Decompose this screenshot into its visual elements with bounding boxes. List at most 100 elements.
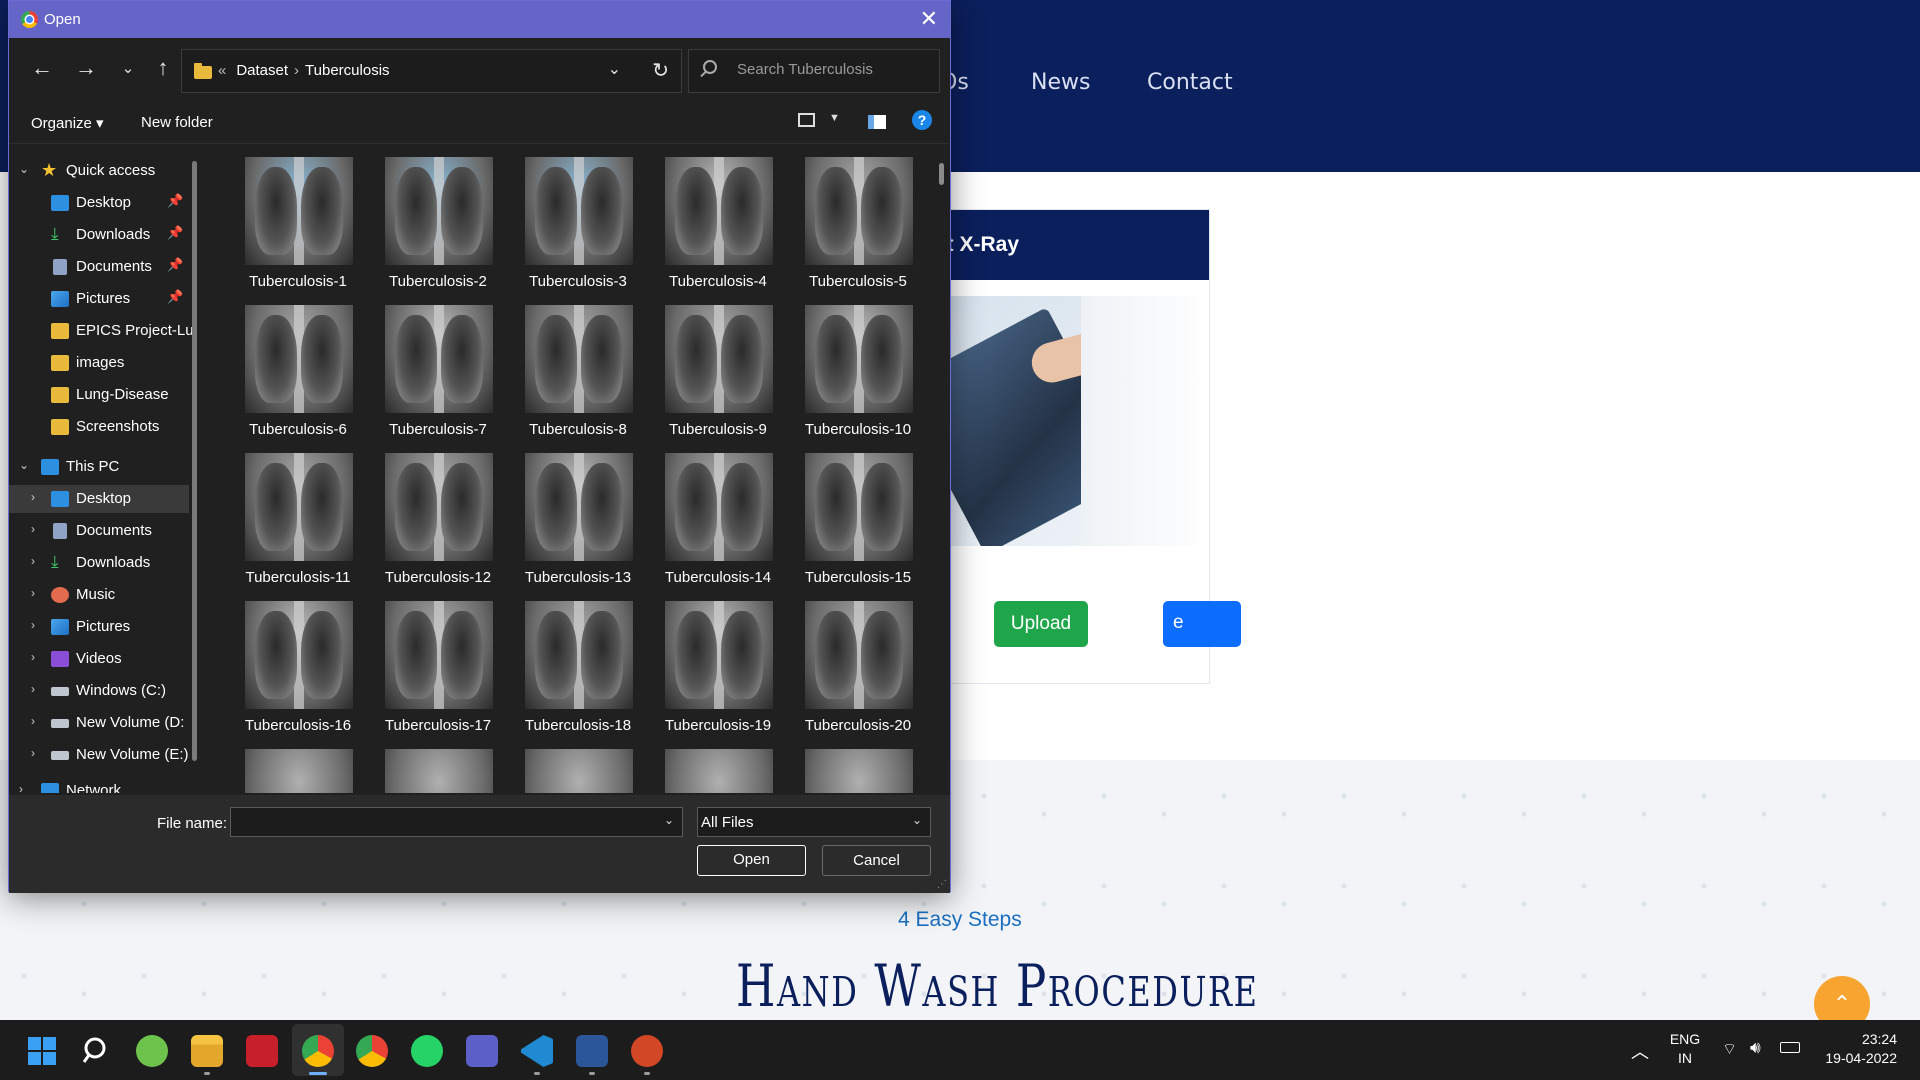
file-tile[interactable]: Tuberculosis-12 <box>368 449 508 594</box>
preview-pane-icon[interactable] <box>868 115 886 129</box>
sidebar-item-pc-pictures[interactable]: › Pictures <box>9 613 189 641</box>
search-icon[interactable] <box>81 1035 113 1067</box>
word-icon[interactable] <box>576 1035 608 1067</box>
collapsed-chevron-icon[interactable]: › <box>31 618 35 632</box>
file-tile[interactable]: Tuberculosis-15 <box>788 449 928 594</box>
cancel-button[interactable]: Cancel <box>822 845 931 876</box>
up-arrow-icon[interactable]: ↑ <box>148 55 178 81</box>
volume-icon[interactable]: 🔊︎ <box>1750 1038 1761 1058</box>
file-tile[interactable]: Tuberculosis-14 <box>648 449 788 594</box>
start-icon[interactable] <box>26 1035 58 1067</box>
file-tile[interactable]: Tuberculosis-13 <box>508 449 648 594</box>
file-tile[interactable]: Tuberculosis-2 <box>368 153 508 298</box>
address-bar[interactable]: «Dataset › Tuberculosis ⌄ ↻ <box>181 49 682 93</box>
file-name-input[interactable]: ⌄ <box>230 807 683 837</box>
utorrent-icon[interactable] <box>136 1035 168 1067</box>
collapsed-chevron-icon[interactable]: › <box>31 490 35 504</box>
file-tile[interactable]: Tuberculosis-1 <box>228 153 368 298</box>
sidebar-item-quick-access[interactable]: ⌄ ★ Quick access <box>9 157 189 185</box>
teams-icon[interactable] <box>466 1035 498 1067</box>
organize-button[interactable]: Organize ▾ <box>31 114 104 132</box>
clock[interactable]: 23:24 19-04-2022 <box>1817 1030 1897 1068</box>
sidebar-item-drive-e[interactable]: › New Volume (E:) <box>9 741 189 769</box>
language-indicator[interactable]: ENG IN <box>1669 1030 1701 1068</box>
address-dropdown-icon[interactable]: ⌄ <box>608 59 621 79</box>
sidebar-item-drive-d[interactable]: › New Volume (D: <box>9 709 189 737</box>
file-tile[interactable]: Tuberculosis-6 <box>228 301 368 446</box>
file-tile[interactable]: Tuberculosis-16 <box>228 597 368 742</box>
sidebar-item-desktop-pinned[interactable]: Desktop 📌 <box>9 189 189 217</box>
file-tile[interactable]: Tuberculosis-4 <box>648 153 788 298</box>
sidebar-item-downloads-pinned[interactable]: ⤓ Downloads 📌 <box>9 221 189 249</box>
refresh-icon[interactable]: ↻ <box>652 58 669 83</box>
nav-item-news[interactable]: News <box>1031 70 1090 95</box>
collapsed-chevron-icon[interactable]: › <box>19 782 23 793</box>
help-icon[interactable]: ? <box>912 110 932 130</box>
chevron-down-icon[interactable]: ⌄ <box>664 813 674 827</box>
file-tile-partial[interactable] <box>508 745 648 793</box>
wifi-icon[interactable]: ⌔ <box>1722 1039 1737 1059</box>
sidebar-item-epics-project[interactable]: EPICS Project-Lu <box>9 317 194 345</box>
collapsed-chevron-icon[interactable]: › <box>31 554 35 568</box>
sidebar-item-network[interactable]: › Network <box>9 777 189 793</box>
search-box[interactable] <box>688 49 940 93</box>
file-tile[interactable]: Tuberculosis-10 <box>788 301 928 446</box>
file-tile[interactable]: Tuberculosis-20 <box>788 597 928 742</box>
expanded-chevron-icon[interactable]: ⌄ <box>19 162 29 176</box>
file-type-select[interactable]: All Files ⌄ <box>697 807 931 837</box>
back-arrow-icon[interactable]: ← <box>27 55 57 81</box>
show-hidden-icons-chevron-icon[interactable]: ︿ <box>1631 1038 1649 1064</box>
file-grid-scrollbar[interactable] <box>939 163 944 185</box>
chrome-active-icon[interactable] <box>302 1035 334 1067</box>
recent-locations-chevron-icon[interactable]: ⌄ <box>113 59 143 77</box>
sidebar-item-drive-c[interactable]: › Windows (C:) <box>9 677 189 705</box>
file-explorer-icon[interactable] <box>191 1035 223 1067</box>
upload-button[interactable]: Upload <box>994 601 1088 647</box>
file-tile[interactable]: Tuberculosis-8 <box>508 301 648 446</box>
collapsed-chevron-icon[interactable]: › <box>31 746 35 760</box>
red-app-icon[interactable] <box>246 1035 278 1067</box>
sidebar-item-documents-pinned[interactable]: Documents 📌 <box>9 253 189 281</box>
sidebar-item-screenshots[interactable]: Screenshots <box>9 413 189 441</box>
change-view-icon[interactable] <box>798 113 815 127</box>
sidebar-item-lung-disease[interactable]: Lung-Disease <box>9 381 189 409</box>
file-tile-partial[interactable] <box>648 745 788 793</box>
nav-item-contact[interactable]: Contact <box>1147 70 1233 95</box>
sidebar-item-pc-videos[interactable]: › Videos <box>9 645 189 673</box>
view-options-chevron-icon[interactable]: ▼ <box>829 112 840 124</box>
new-folder-button[interactable]: New folder <box>141 114 213 131</box>
file-tile[interactable]: Tuberculosis-17 <box>368 597 508 742</box>
file-tile[interactable]: Tuberculosis-11 <box>228 449 368 594</box>
forward-arrow-icon[interactable]: → <box>71 55 101 81</box>
collapsed-chevron-icon[interactable]: › <box>31 586 35 600</box>
file-tile-partial[interactable] <box>368 745 508 793</box>
close-icon[interactable]: ✕ <box>920 6 938 32</box>
file-tile[interactable]: Tuberculosis-3 <box>508 153 648 298</box>
sidebar-item-pc-music[interactable]: › Music <box>9 581 189 609</box>
battery-icon[interactable] <box>1780 1042 1800 1053</box>
open-button[interactable]: Open <box>697 845 806 876</box>
file-tile[interactable]: Tuberculosis-19 <box>648 597 788 742</box>
file-tile-partial[interactable] <box>228 745 368 793</box>
file-tile[interactable]: Tuberculosis-18 <box>508 597 648 742</box>
sidebar-item-pictures-pinned[interactable]: Pictures 📌 <box>9 285 189 313</box>
whatsapp-icon[interactable] <box>411 1035 443 1067</box>
collapsed-chevron-icon[interactable]: › <box>31 682 35 696</box>
browse-button[interactable]: e <box>1163 601 1241 647</box>
breadcrumb-dataset[interactable]: Dataset <box>236 62 288 79</box>
collapsed-chevron-icon[interactable]: › <box>31 714 35 728</box>
resize-grip-icon[interactable]: ⋰ <box>937 879 947 890</box>
expanded-chevron-icon[interactable]: ⌄ <box>19 458 29 472</box>
file-tile[interactable]: Tuberculosis-9 <box>648 301 788 446</box>
file-tile-partial[interactable] <box>788 745 928 793</box>
collapsed-chevron-icon[interactable]: › <box>31 650 35 664</box>
sidebar-item-pc-desktop[interactable]: › Desktop <box>9 485 189 513</box>
chrome-icon[interactable] <box>356 1035 388 1067</box>
sidebar-item-images[interactable]: images <box>9 349 189 377</box>
sidebar-item-pc-documents[interactable]: › Documents <box>9 517 189 545</box>
file-tile[interactable]: Tuberculosis-7 <box>368 301 508 446</box>
sidebar-scrollbar[interactable] <box>192 161 197 761</box>
collapsed-chevron-icon[interactable]: › <box>31 522 35 536</box>
file-tile[interactable]: Tuberculosis-5 <box>788 153 928 298</box>
sidebar-item-pc-downloads[interactable]: › ⤓ Downloads <box>9 549 189 577</box>
